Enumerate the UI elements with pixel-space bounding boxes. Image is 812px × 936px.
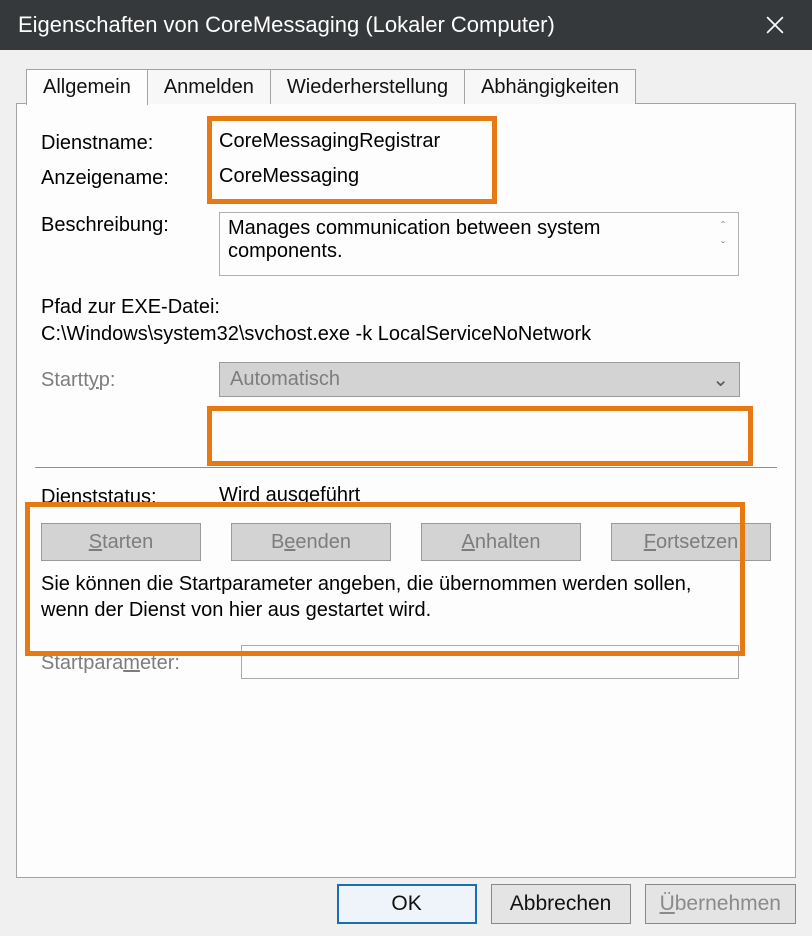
pause-button[interactable]: Anhalten xyxy=(421,523,581,561)
stop-button[interactable]: Beenden xyxy=(231,523,391,561)
start-button[interactable]: Starten xyxy=(41,523,201,561)
window-title: Eigenschaften von CoreMessaging (Lokaler… xyxy=(18,12,555,38)
row-service-name: Dienstname: CoreMessagingRegistrar xyxy=(41,130,771,155)
start-params-label: Startparameter: xyxy=(41,650,241,675)
service-button-row: Starten Beenden Anhalten Fortsetzen xyxy=(41,523,771,561)
chevron-up-icon: ˆ xyxy=(721,219,725,233)
display-name-value: CoreMessaging xyxy=(219,165,771,188)
row-description: Beschreibung: Manages communication betw… xyxy=(41,212,771,276)
start-type-label: Starttyp: xyxy=(41,367,219,392)
titlebar: Eigenschaften von CoreMessaging (Lokaler… xyxy=(0,0,812,50)
dialog-body: Allgemein Anmelden Wiederherstellung Abh… xyxy=(0,50,812,936)
chevron-down-icon: ⌄ xyxy=(712,367,729,392)
close-icon xyxy=(766,16,784,34)
row-display-name: Anzeigename: CoreMessaging xyxy=(41,165,771,190)
tab-dependencies[interactable]: Abhängigkeiten xyxy=(464,69,636,104)
start-type-dropdown[interactable]: Automatisch ⌄ xyxy=(219,362,740,397)
exe-path-block: Pfad zur EXE-Datei: C:\Windows\system32\… xyxy=(41,294,771,348)
ok-button[interactable]: OK xyxy=(337,884,477,924)
highlight-starttype-box xyxy=(207,406,753,466)
row-start-params: Startparameter: xyxy=(41,645,771,679)
start-params-note: Sie können die Startparameter angeben, d… xyxy=(41,571,741,623)
apply-button[interactable]: Übernehmen xyxy=(645,884,796,924)
tab-general[interactable]: Allgemein xyxy=(26,69,148,105)
tab-recovery[interactable]: Wiederherstellung xyxy=(270,69,465,104)
chevron-down-icon: ˇ xyxy=(721,239,725,253)
description-label: Beschreibung: xyxy=(41,212,219,237)
separator xyxy=(35,467,777,468)
row-start-type: Starttyp: Automatisch ⌄ xyxy=(41,362,771,397)
exe-path-label: Pfad zur EXE-Datei: xyxy=(41,294,771,321)
description-text: Manages communication between system com… xyxy=(228,217,688,263)
service-name-label: Dienstname: xyxy=(41,130,219,155)
exe-path-value: C:\Windows\system32\svchost.exe -k Local… xyxy=(41,321,771,348)
service-status-value: Wird ausgeführt xyxy=(219,484,771,507)
start-type-value: Automatisch xyxy=(230,368,340,391)
description-scroll[interactable]: ˆ ˇ xyxy=(714,219,732,253)
description-box[interactable]: Manages communication between system com… xyxy=(219,212,739,276)
cancel-button[interactable]: Abbrechen xyxy=(491,884,631,924)
resume-button[interactable]: Fortsetzen xyxy=(611,523,771,561)
tab-logon[interactable]: Anmelden xyxy=(147,69,271,104)
tab-row: Allgemein Anmelden Wiederherstellung Abh… xyxy=(26,68,796,104)
tab-panel-general: Dienstname: CoreMessagingRegistrar Anzei… xyxy=(16,103,796,878)
display-name-label: Anzeigename: xyxy=(41,165,219,190)
service-status-label: Dienststatus: xyxy=(41,484,219,509)
service-name-value: CoreMessagingRegistrar xyxy=(219,130,771,153)
dialog-footer: OK Abbrechen Übernehmen xyxy=(337,884,796,924)
start-params-input[interactable] xyxy=(241,645,739,679)
row-service-status: Dienststatus: Wird ausgeführt xyxy=(41,484,771,509)
close-button[interactable] xyxy=(752,2,798,48)
